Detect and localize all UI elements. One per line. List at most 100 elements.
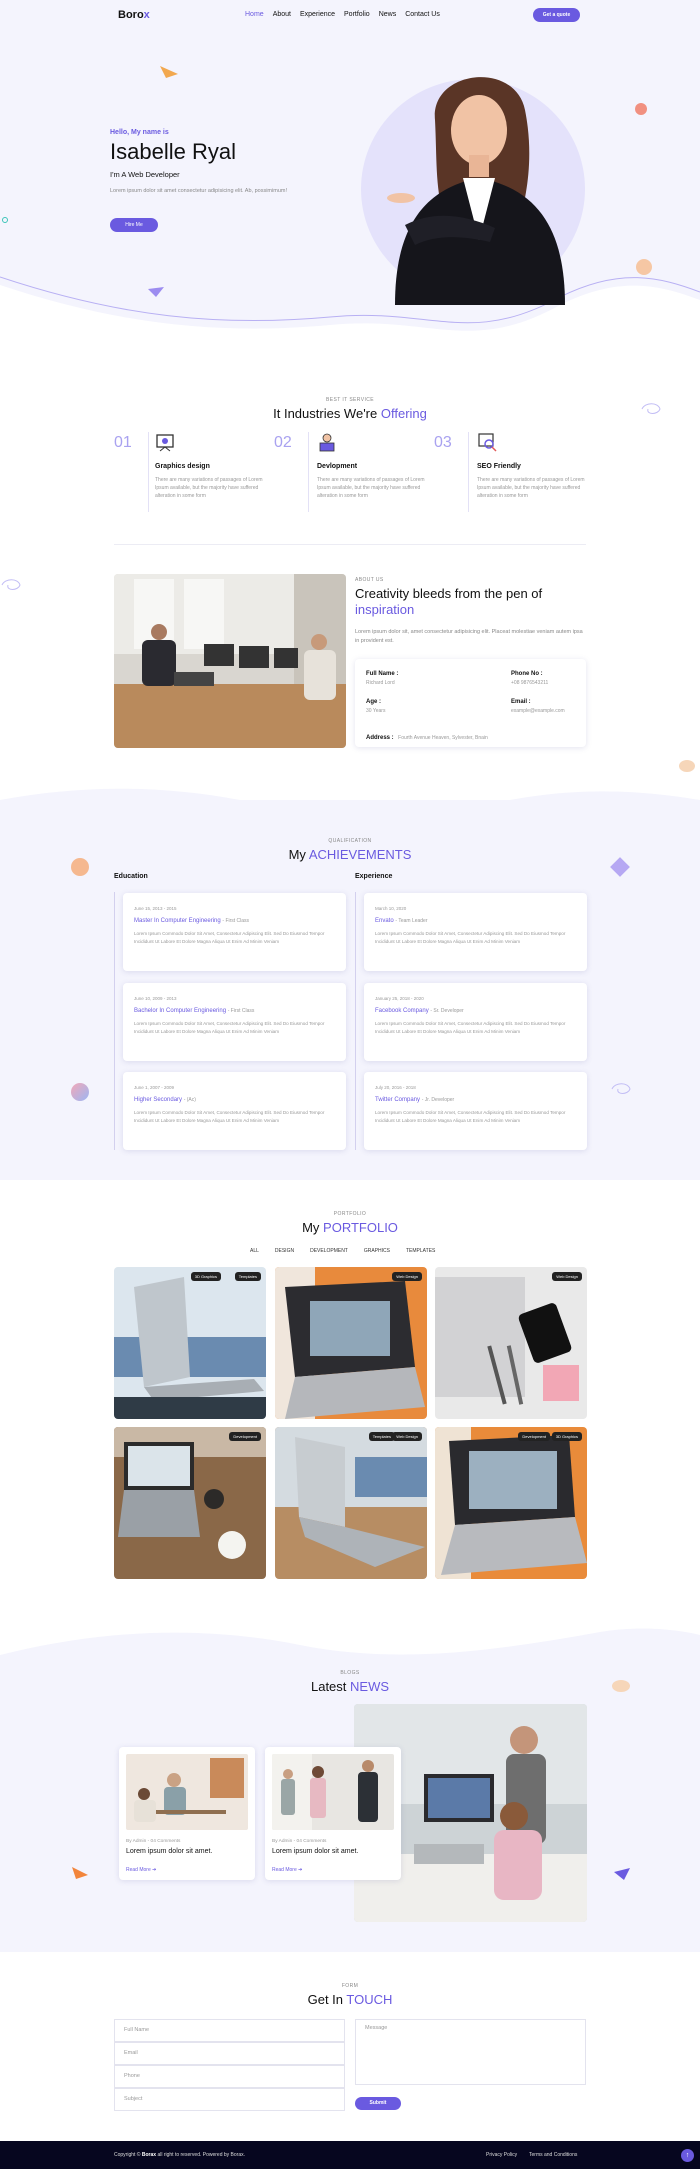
contact-title: Get In TOUCH [307, 1992, 393, 2007]
experience-heading: Experience [355, 873, 393, 880]
experience-timeline-line [355, 892, 356, 1150]
tab-all[interactable]: ALL [250, 1248, 259, 1254]
tab-development[interactable]: DEVELOPMENT [310, 1248, 348, 1254]
email-value[interactable]: example@example.com [511, 708, 565, 714]
portfolio-filter-tabs: ALL DESIGN DEVELOPMENT GRAPHICS TEMPLATE… [250, 1248, 435, 1254]
address-value: Fourth Avenue Heaven, Sylvester, Bnain [398, 735, 488, 741]
decor-circle [679, 760, 695, 772]
service-divider [468, 432, 469, 512]
service-item: 02 Devlopment There are many variations … [274, 432, 434, 512]
service-number: 03 [434, 434, 452, 451]
arrow-up-icon: ↑ [685, 2152, 690, 2159]
portfolio-item[interactable]: Templates Web Design [275, 1427, 427, 1579]
logo[interactable]: Borox [118, 9, 150, 21]
portfolio-tag: Web Design [392, 1272, 422, 1281]
tab-templates[interactable]: TEMPLATES [406, 1248, 435, 1254]
read-more-link[interactable]: Read More ➔ [126, 1867, 156, 1873]
address-field: Address : Fourth Avenue Heaven, Sylveste… [366, 726, 488, 744]
section-divider [114, 544, 586, 545]
card-title: Facebook Company - Sr. Developer [375, 1008, 464, 1014]
hire-me-button[interactable]: Hire Me [110, 218, 158, 232]
portfolio-tag: Web Design [392, 1432, 422, 1441]
services-subtitle: BEST IT SERVICE [326, 397, 374, 403]
read-more-link[interactable]: Read More ➔ [272, 1867, 302, 1873]
email-label: Email : [511, 699, 531, 705]
paper-plane-icon [160, 66, 178, 78]
message-textarea[interactable]: Message [355, 2019, 586, 2085]
portfolio-item[interactable]: Web Design [435, 1267, 587, 1419]
achievements-wave [0, 788, 700, 835]
news-subtitle: BLOGS [340, 1670, 360, 1676]
nav-experience[interactable]: Experience [300, 11, 335, 18]
service-title: Devlopment [317, 463, 358, 470]
card-description: Lorem Ipsum Commodo Dolor Sit Amet, Cons… [375, 931, 566, 944]
card-date: June 1, 2007 - 2009 [134, 1085, 175, 1090]
card-description: Lorem Ipsum Commodo Dolor Sit Amet, Cons… [134, 1110, 325, 1123]
news-card-image [272, 1754, 394, 1830]
fullname-input[interactable]: Full Name [114, 2019, 345, 2042]
nav-home[interactable]: Home [245, 11, 264, 18]
email-field: Email : example@example.com [511, 699, 565, 714]
portfolio-item[interactable]: 3D Graphics Templates [114, 1267, 266, 1419]
card-title: Master In Computer Engineering - First C… [134, 918, 250, 924]
achievements-subtitle: QUALIFICATION [328, 838, 372, 844]
nav-contact[interactable]: Contact Us [405, 11, 440, 18]
seo-icon [478, 433, 497, 452]
tab-graphics[interactable]: GRAPHICS [364, 1248, 390, 1254]
submit-button[interactable]: Submit [355, 2097, 401, 2110]
arrow-right-icon: ➔ [298, 1867, 303, 1873]
news-card[interactable]: By Admin - 04 Comments Lorem ipsum dolor… [265, 1747, 401, 1880]
portfolio-tag: Web Design [552, 1272, 582, 1281]
news-title[interactable]: Lorem ipsum dolor sit amet. [272, 1848, 358, 1855]
portfolio-item[interactable]: Web Design [275, 1267, 427, 1419]
scroll-top-button[interactable]: ↑ [681, 2149, 694, 2162]
experience-card: March 10, 2020 Envato - Team Leader Lore… [364, 893, 587, 971]
arrow-right-icon: ➔ [152, 1867, 157, 1873]
subject-input[interactable]: Subject [114, 2088, 345, 2111]
privacy-policy-link[interactable]: Privacy Policy [486, 2152, 517, 2158]
card-date: January 25, 2018 - 2020 [375, 996, 424, 1001]
service-number: 01 [114, 434, 132, 451]
news-card[interactable]: By Admin - 04 Comments Lorem ipsum dolor… [119, 1747, 255, 1880]
nav-news[interactable]: News [379, 11, 397, 18]
service-item: 01 Graphics design There are many variat… [114, 432, 274, 512]
education-card: June 15, 2013 - 2015 Master In Computer … [123, 893, 346, 971]
card-title: Bachelor In Computer Engineering - First… [134, 1008, 255, 1014]
email-input[interactable]: Email [114, 2042, 345, 2065]
hero-role: I'm A Web Developer [110, 170, 180, 179]
experience-card: July 20, 2016 - 2018 Twitter Company - J… [364, 1072, 587, 1150]
nav-portfolio[interactable]: Portfolio [344, 11, 370, 18]
fullname-field: Full Name : Richard Lord [366, 671, 398, 686]
about-info-card: Full Name : Richard Lord Phone No : +08 … [355, 659, 586, 747]
age-label: Age : [366, 699, 381, 705]
decor-circle [636, 259, 652, 275]
paper-plane-icon [614, 1868, 630, 1880]
get-quote-button[interactable]: Get a quote [533, 8, 580, 22]
phone-field: Phone No : +08 9876543211 [511, 671, 548, 686]
portfolio-tag: Templates [368, 1432, 395, 1441]
fullname-label: Full Name : [366, 671, 399, 677]
portfolio-tag: Development [518, 1432, 550, 1441]
hero-description: Lorem ipsum dolor sit amet consectetur a… [110, 188, 287, 194]
development-icon [319, 433, 335, 452]
phone-input[interactable]: Phone [114, 2065, 345, 2088]
decor-swirl [641, 403, 661, 414]
portfolio-tag: Development [229, 1432, 261, 1441]
card-description: Lorem Ipsum Commodo Dolor Sit Amet, Cons… [375, 1021, 566, 1034]
portfolio-tag: Templates [234, 1272, 261, 1281]
news-title[interactable]: Lorem ipsum dolor sit amet. [126, 1848, 212, 1855]
about-description: Lorem ipsum dolor sit, amet consectetur … [355, 629, 583, 644]
decor-ring [2, 217, 8, 223]
nav-about[interactable]: About [273, 11, 291, 18]
services-title: It Industries We're Offering [273, 406, 427, 421]
portfolio-item[interactable]: Development 3D Graphics [435, 1427, 587, 1579]
card-date: June 15, 2013 - 2015 [134, 906, 177, 911]
service-divider [308, 432, 309, 512]
graphics-design-icon [156, 434, 174, 452]
decor-circle [71, 1083, 89, 1101]
service-description: There are many variations of passages of… [477, 477, 585, 499]
portfolio-item[interactable]: Development [114, 1427, 266, 1579]
tab-design[interactable]: DESIGN [275, 1248, 294, 1254]
news-meta: By Admin - 04 Comments [272, 1839, 327, 1844]
terms-link[interactable]: Terms and Conditions [529, 2152, 577, 2158]
